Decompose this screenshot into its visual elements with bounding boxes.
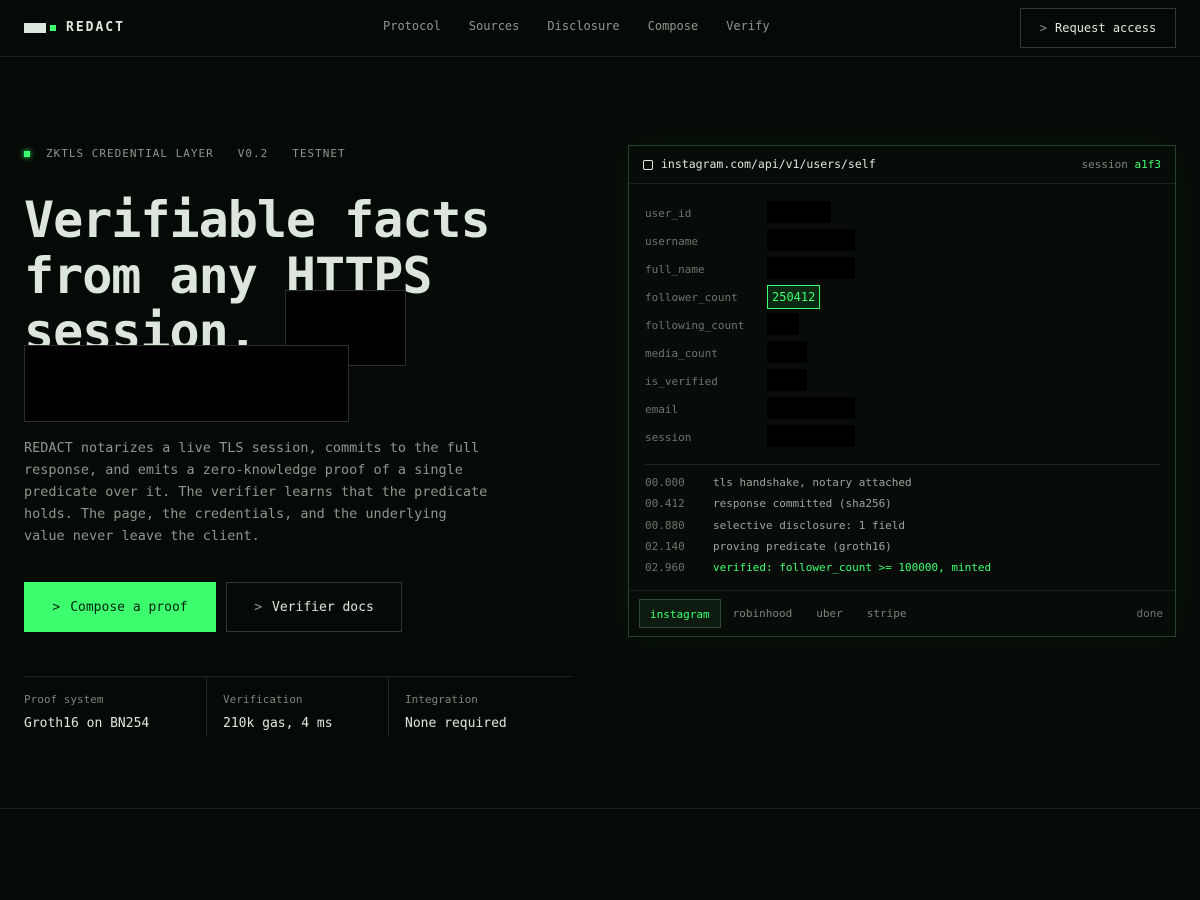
nav-link-disclosure[interactable]: Disclosure	[547, 19, 619, 33]
tab-stripe[interactable]: stripe	[855, 599, 919, 628]
logo-mark-icon	[24, 22, 46, 33]
tag-version: V0.2	[237, 147, 269, 160]
nav-link-compose[interactable]: Compose	[648, 19, 699, 33]
brand-logo[interactable]: REDACT	[24, 20, 125, 35]
nav-links: Protocol Sources Disclosure Compose Veri…	[383, 19, 798, 33]
log-timestamp: 00.000	[645, 476, 685, 489]
stat-value: Groth16 on BN254	[24, 716, 150, 731]
panel-footer: instagram robinhood uber stripe done	[629, 590, 1175, 636]
compose-proof-button[interactable]: > Compose a proof	[24, 582, 216, 632]
stat-verification: Verification 210k gas, 4 ms	[206, 677, 388, 737]
redacted-value	[767, 341, 807, 363]
log-timestamp: 00.412	[645, 497, 685, 511]
status-text: done	[1136, 607, 1164, 620]
tab-instagram[interactable]: instagram	[639, 599, 721, 628]
brand-name: REDACT	[66, 20, 125, 35]
log-timestamp: 02.140	[645, 539, 685, 553]
redaction-block	[24, 345, 349, 422]
field-key: is_verified	[645, 375, 718, 388]
chevron-right-icon: >	[1039, 21, 1048, 35]
log-message: proving predicate (groth16)	[713, 539, 892, 553]
nav-link-verify[interactable]: Verify	[726, 19, 769, 33]
lock-icon	[643, 160, 653, 170]
redacted-value	[767, 201, 831, 223]
stat-label: Verification	[223, 693, 303, 706]
nav-link-protocol[interactable]: Protocol	[383, 19, 441, 33]
session-id: a1f3	[1134, 158, 1162, 171]
hero-tag: ZKTLS CREDENTIAL LAYER V0.2 TESTNET	[24, 147, 346, 160]
log-message: tls handshake, notary attached	[713, 476, 912, 489]
proof-panel: instagram.com/api/v1/users/self session …	[628, 145, 1176, 637]
field-key: media_count	[645, 347, 718, 360]
log-message: response committed (sha256)	[713, 497, 892, 511]
log-timestamp: 02.960	[645, 561, 685, 575]
tab-robinhood[interactable]: robinhood	[721, 599, 805, 628]
panel-header: instagram.com/api/v1/users/self session …	[629, 146, 1175, 184]
stat-value: 210k gas, 4 ms	[223, 716, 333, 731]
verifier-docs-button[interactable]: > Verifier docs	[226, 582, 402, 632]
status-dot-icon	[24, 150, 30, 157]
redacted-value	[767, 369, 807, 391]
field-key: user_id	[645, 207, 692, 220]
chevron-right-icon: >	[52, 599, 61, 615]
chevron-right-icon: >	[254, 599, 263, 615]
redacted-value	[767, 313, 799, 335]
session-indicator: session a1f3	[1082, 158, 1161, 171]
log-row: 00.880 selective disclosure: 1 field	[645, 519, 991, 540]
redacted-value	[767, 397, 855, 419]
section-divider	[0, 808, 1200, 809]
field-key: email	[645, 403, 679, 416]
stat-label: Integration	[405, 693, 478, 706]
hero-description: REDACT notarizes a live TLS session, com…	[24, 440, 488, 544]
tag-layer: ZKTLS CREDENTIAL LAYER	[46, 147, 214, 160]
panel-divider	[645, 464, 1159, 465]
field-key: session	[645, 431, 692, 444]
stat-integration: Integration None required	[388, 677, 570, 737]
log-row: 00.000 tls handshake, notary attached	[645, 476, 991, 497]
hero-stats: Proof system Groth16 on BN254 Verificati…	[24, 676, 572, 737]
hero-title-line: Verifiable facts	[24, 191, 491, 249]
log-message: verified: follower_count >= 100000, mint…	[713, 561, 992, 575]
stat-proof-system: Proof system Groth16 on BN254	[24, 677, 206, 737]
redacted-value	[767, 257, 855, 279]
request-access-label: Request access	[1055, 21, 1157, 35]
verifier-docs-label: Verifier docs	[272, 599, 374, 615]
nav-link-sources[interactable]: Sources	[469, 19, 520, 33]
hero-title: Verifiable facts from any HTTPS session.	[24, 192, 544, 360]
logo-dot-icon	[50, 24, 56, 31]
log-row: 02.140 proving predicate (groth16)	[645, 540, 991, 561]
log-timestamp: 00.880	[645, 518, 685, 532]
redacted-value	[767, 425, 855, 447]
stat-value: None required	[405, 716, 507, 731]
tab-uber[interactable]: uber	[804, 599, 855, 628]
tag-network: TESTNET	[292, 147, 346, 160]
log-row: 00.412 response committed (sha256)	[645, 497, 991, 518]
panel-url: instagram.com/api/v1/users/self	[661, 157, 876, 171]
session-label: session	[1081, 158, 1128, 171]
request-access-button[interactable]: > Request access	[1020, 8, 1176, 48]
stat-label: Proof system	[24, 693, 104, 706]
hero-title-line: from any HTTPS	[24, 247, 432, 305]
source-tabs: instagram robinhood uber stripe	[639, 599, 918, 628]
log-row: 02.960 verified: follower_count >= 100000…	[645, 561, 991, 582]
redacted-value	[767, 229, 855, 251]
proof-log: 00.000 tls handshake, notary attached 00.4…	[645, 476, 991, 582]
field-key: following_count	[645, 319, 745, 332]
log-message: selective disclosure: 1 field	[713, 518, 906, 532]
compose-proof-label: Compose a proof	[70, 599, 188, 615]
field-key: follower_count	[645, 291, 738, 304]
field-key: username	[645, 235, 698, 248]
field-key: full_name	[645, 263, 705, 276]
revealed-value: 250412	[767, 285, 821, 309]
top-nav: REDACT Protocol Sources Disclosure Compo…	[0, 0, 1200, 57]
